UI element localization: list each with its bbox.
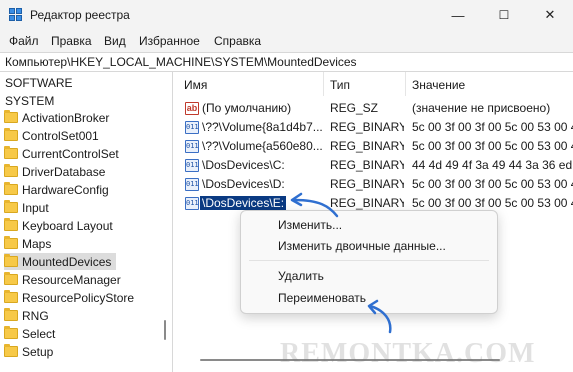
menu-help[interactable]: Справка — [214, 34, 261, 48]
folder-icon — [4, 344, 18, 357]
value-row[interactable]: ab (По умолчанию) REG_SZ (значение не пр… — [178, 99, 573, 118]
menu-item-rename[interactable]: Переименовать — [278, 291, 366, 305]
address-bar[interactable]: Компьютер\HKEY_LOCAL_MACHINE\SYSTEM\Moun… — [0, 52, 573, 72]
folder-icon — [4, 236, 18, 249]
folder-icon — [4, 254, 18, 267]
value-data: 44 4d 49 4f 3a 49 44 3a 36 ed 2 — [412, 158, 573, 172]
column-header-type[interactable]: Тип — [324, 72, 406, 96]
value-data: 5c 00 3f 00 3f 00 5c 00 53 00 43 — [412, 177, 573, 191]
tree-item-system[interactable]: SYSTEM — [5, 94, 54, 108]
close-button[interactable]: ✕ — [527, 0, 573, 30]
tree-scrollbar-thumb[interactable] — [164, 320, 166, 340]
folder-icon — [4, 146, 18, 159]
folder-icon — [4, 110, 18, 123]
tree-folder-currentcontrolset[interactable]: CurrentControlSet — [4, 145, 119, 162]
value-type: REG_BINARY — [330, 139, 404, 153]
tree-folder-input[interactable]: Input — [4, 199, 49, 216]
string-value-icon: ab — [185, 102, 199, 115]
tree-folder-label: Setup — [22, 344, 54, 359]
tree-folder-label: ActivationBroker — [22, 110, 110, 125]
value-row[interactable]: 011 \DosDevices\D: REG_BINARY 5c 00 3f 0… — [178, 175, 573, 194]
binary-value-icon: 011 — [185, 140, 199, 153]
maximize-button[interactable]: ☐ — [481, 0, 527, 30]
menu-bar: Файл Правка Вид Избранное Справка — [0, 30, 573, 52]
value-type: REG_SZ — [330, 101, 379, 115]
tree-folder-mounteddevices[interactable]: MountedDevices — [4, 253, 116, 270]
tree-folder-resourcemanager[interactable]: ResourceManager — [4, 271, 121, 288]
menu-item-delete[interactable]: Удалить — [278, 269, 324, 283]
tree-folder-activationbroker[interactable]: ActivationBroker — [4, 109, 109, 126]
menu-view[interactable]: Вид — [104, 34, 126, 48]
folder-icon — [4, 308, 18, 321]
binary-value-icon: 011 — [185, 159, 199, 172]
tree-folder-label: ResourcePolicyStore — [22, 290, 135, 305]
binary-value-icon: 011 — [185, 197, 199, 210]
title-bar: Редактор реестра — ☐ ✕ — [0, 0, 573, 30]
folder-icon — [4, 182, 18, 195]
menu-file[interactable]: Файл — [9, 34, 39, 48]
value-row[interactable]: 011 \??\Volume{8a1d4b7... REG_BINARY 5c … — [178, 118, 573, 137]
tree-folder-rng[interactable]: RNG — [4, 307, 49, 324]
binary-value-icon: 011 — [185, 121, 199, 134]
binary-value-icon: 011 — [185, 178, 199, 191]
tree-folder-label: Maps — [22, 236, 52, 251]
folder-icon — [4, 326, 18, 339]
tree-folder-keyboard-layout[interactable]: Keyboard Layout — [4, 217, 113, 234]
column-header-value[interactable]: Значение — [406, 72, 573, 96]
menu-favorites[interactable]: Избранное — [139, 34, 200, 48]
value-name: \??\Volume{a560e80... — [202, 139, 322, 153]
folder-icon — [4, 200, 18, 213]
tree-folder-setup[interactable]: Setup — [4, 343, 53, 360]
value-data: 5c 00 3f 00 3f 00 5c 00 53 00 43 — [412, 196, 573, 210]
tree-folder-resourcepolicystore[interactable]: ResourcePolicyStore — [4, 289, 134, 306]
value-row[interactable]: 011 \DosDevices\C: REG_BINARY 44 4d 49 4… — [178, 156, 573, 175]
tree-folder-label: HardwareConfig — [22, 182, 109, 197]
annotation-arrow-icon — [367, 299, 392, 334]
tree-folder-label: CurrentControlSet — [22, 146, 119, 161]
tree-folder-label: Input — [22, 200, 49, 215]
folder-icon — [4, 164, 18, 177]
value-name: \DosDevices\C: — [202, 158, 285, 172]
tree-folder-hardwareconfig[interactable]: HardwareConfig — [4, 181, 109, 198]
folder-icon — [4, 290, 18, 303]
tree-folder-driverdatabase[interactable]: DriverDatabase — [4, 163, 105, 180]
value-row[interactable]: 011 \??\Volume{a560e80... REG_BINARY 5c … — [178, 137, 573, 156]
tree-item-software[interactable]: SOFTWARE — [5, 76, 73, 90]
menu-separator — [249, 260, 489, 261]
tree-folder-select[interactable]: Select — [4, 325, 55, 342]
tree-folder-label: ControlSet001 — [22, 128, 99, 143]
registry-tree[interactable]: SOFTWARE SYSTEM ActivationBroker Control… — [0, 72, 173, 372]
watermark: REMONTKA.COM — [280, 338, 536, 369]
value-data: (значение не присвоено) — [412, 101, 551, 115]
value-data: 5c 00 3f 00 3f 00 5c 00 53 00 43 — [412, 120, 573, 134]
annotation-arrow-icon — [290, 192, 339, 218]
tree-folder-label: Keyboard Layout — [22, 218, 113, 233]
menu-item-modify-binary[interactable]: Изменить двоичные данные... — [278, 239, 446, 253]
folder-icon — [4, 218, 18, 231]
folder-icon — [4, 128, 18, 141]
tree-folder-label: MountedDevices — [22, 254, 112, 269]
address-path[interactable]: Компьютер\HKEY_LOCAL_MACHINE\SYSTEM\Moun… — [5, 55, 357, 69]
value-name: \??\Volume{8a1d4b7... — [202, 120, 322, 134]
tree-scrollbar[interactable] — [162, 72, 168, 372]
tree-folder-maps[interactable]: Maps — [4, 235, 51, 252]
menu-edit[interactable]: Правка — [51, 34, 92, 48]
column-header-name[interactable]: Имя — [178, 72, 324, 96]
regedit-app-icon — [9, 8, 23, 22]
window-title: Редактор реестра — [30, 8, 130, 22]
tree-folder-label: RNG — [22, 308, 49, 323]
tree-folder-controlset001[interactable]: ControlSet001 — [4, 127, 99, 144]
value-type: REG_BINARY — [330, 158, 404, 172]
value-name: (По умолчанию) — [202, 101, 292, 115]
value-data: 5c 00 3f 00 3f 00 5c 00 53 00 43 — [412, 139, 573, 153]
value-name-selected[interactable]: \DosDevices\E: — [200, 196, 287, 210]
menu-item-modify[interactable]: Изменить... — [278, 218, 342, 232]
folder-icon — [4, 272, 18, 285]
tree-folder-label: DriverDatabase — [22, 164, 106, 179]
minimize-button[interactable]: — — [435, 0, 481, 30]
tree-folder-label: Select — [22, 326, 56, 341]
value-type: REG_BINARY — [330, 120, 404, 134]
tree-folder-label: ResourceManager — [22, 272, 121, 287]
